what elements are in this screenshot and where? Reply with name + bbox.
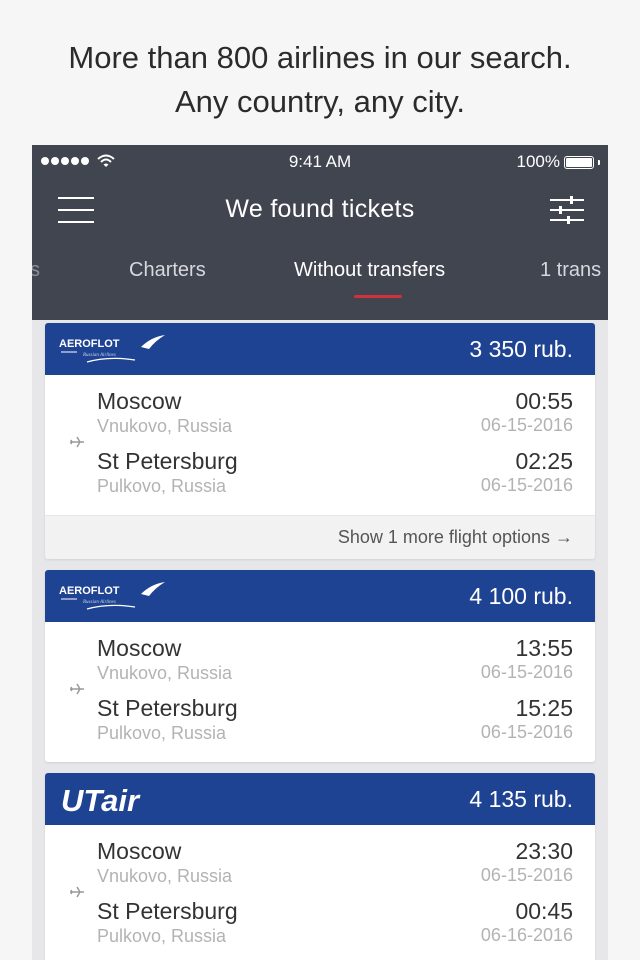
departure-leg: Moscow Vnukovo, Russia 23:30 06-15-2016 [97, 838, 573, 887]
nav-bar: We found tickets [32, 179, 608, 239]
arrival-date: 06-16-2016 [480, 925, 573, 945]
phone-screen: 9:41 AM 100% We found tickets s Charters… [32, 145, 608, 960]
ticket-price: 3 350 rub. [469, 336, 573, 362]
promo-text: More than 800 airlines in our search. An… [0, 36, 640, 124]
departure-leg: Moscow Vnukovo, Russia 00:55 06-15-2016 [97, 388, 573, 437]
ticket-card[interactable]: UTair 4 135 rub. Moscow Vnukovo, Russia … [45, 773, 595, 960]
show-more-options-button[interactable]: Show 1 more flight options → [45, 515, 595, 559]
arrival-city: St Petersburg [97, 898, 238, 924]
battery-indicator: 100% [517, 152, 600, 172]
departure-time: 00:55 [515, 388, 573, 414]
promo-line-2: Any country, any city. [174, 84, 466, 119]
tab-bar: s Charters Without transfers 1 trans [32, 239, 608, 320]
airline-name: AEROFLOT [59, 585, 120, 597]
flight-details: Moscow Vnukovo, Russia 13:55 06-15-2016 … [45, 622, 595, 762]
departure-date: 06-15-2016 [480, 662, 573, 682]
arrival-leg: St Petersburg Pulkovo, Russia 15:25 06-1… [97, 695, 573, 744]
airline-subtitle: Russian Airlines [82, 600, 116, 605]
arrival-city: St Petersburg [97, 448, 238, 474]
ticket-price: 4 100 rub. [469, 583, 573, 609]
tab-1-transfer[interactable]: 1 trans [540, 259, 601, 282]
departure-date: 06-15-2016 [480, 415, 573, 435]
departure-time: 13:55 [515, 635, 573, 661]
filter-sliders-icon[interactable] [550, 194, 584, 226]
departure-leg: Moscow Vnukovo, Russia 13:55 06-15-2016 [97, 635, 573, 684]
tab-previous[interactable]: s [32, 259, 40, 282]
battery-percent: 100% [516, 152, 560, 171]
battery-icon [564, 155, 594, 169]
active-tab-indicator [354, 295, 402, 298]
flight-details: Moscow Vnukovo, Russia 23:30 06-15-2016 … [45, 825, 595, 960]
status-bar: 9:41 AM 100% [32, 145, 608, 179]
top-bar: 9:41 AM 100% We found tickets s Charters… [32, 145, 608, 320]
arrival-city: St Petersburg [97, 695, 238, 721]
departure-time: 23:30 [515, 838, 573, 864]
airline-subtitle: Russian Airlines [82, 353, 116, 358]
arrival-leg: St Petersburg Pulkovo, Russia 00:45 06-1… [97, 898, 573, 947]
departure-city: Moscow [97, 838, 182, 864]
departure-city: Moscow [97, 635, 182, 661]
tab-without-transfers[interactable]: Without transfers [294, 259, 445, 282]
ticket-card-header[interactable]: AEROFLOT Russian Airlines 3 350 rub. [45, 323, 595, 375]
airline-name: AEROFLOT [59, 338, 120, 350]
arrival-date: 06-15-2016 [480, 722, 573, 742]
plane-icon [69, 681, 85, 697]
arrival-time: 00:45 [515, 898, 573, 924]
arrival-leg: St Petersburg Pulkovo, Russia 02:25 06-1… [97, 448, 573, 497]
utair-logo: UTair [59, 783, 183, 818]
aeroflot-logo: AEROFLOT Russian Airlines [59, 582, 169, 612]
arrival-time: 02:25 [515, 448, 573, 474]
departure-date: 06-15-2016 [480, 865, 573, 885]
aeroflot-logo: AEROFLOT Russian Airlines [59, 335, 169, 365]
plane-icon [69, 884, 85, 900]
airline-name: UTair [61, 783, 141, 817]
arrival-time: 15:25 [515, 695, 573, 721]
page-title: We found tickets [225, 195, 415, 223]
ticket-card[interactable]: AEROFLOT Russian Airlines 4 100 rub. Mos… [45, 570, 595, 762]
ticket-card-header[interactable]: AEROFLOT Russian Airlines 4 100 rub. [45, 570, 595, 622]
tab-charters[interactable]: Charters [129, 259, 206, 282]
ticket-card[interactable]: AEROFLOT Russian Airlines 3 350 rub. Mos… [45, 323, 595, 559]
arrival-date: 06-15-2016 [480, 475, 573, 495]
promo-line-1: More than 800 airlines in our search. [68, 40, 572, 75]
plane-icon [69, 434, 85, 450]
departure-city: Moscow [97, 388, 182, 414]
ticket-card-header[interactable]: UTair 4 135 rub. [45, 773, 595, 825]
ticket-price: 4 135 rub. [469, 786, 573, 812]
flight-details: Moscow Vnukovo, Russia 00:55 06-15-2016 … [45, 375, 595, 515]
